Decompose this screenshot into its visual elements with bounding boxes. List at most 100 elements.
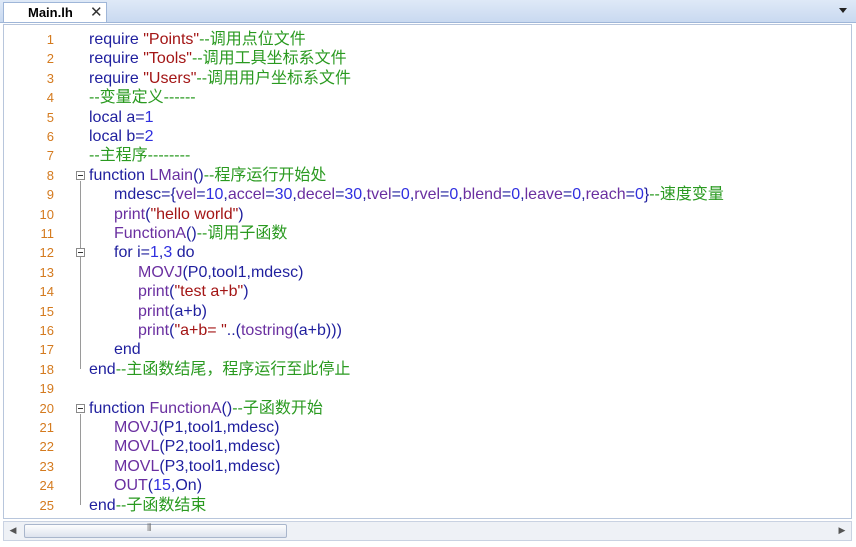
token-keyword: ..( — [226, 322, 241, 339]
scrollbar-thumb[interactable]: ⦀ — [24, 523, 287, 538]
code-text: end--子函数结束 — [89, 496, 206, 515]
code-line[interactable]: 19 — [4, 379, 851, 398]
token-string: "Tools" — [143, 50, 192, 68]
code-line[interactable]: 9 mdesc={vel=10,accel=30,decel=30,tvel=0,… — [4, 185, 851, 204]
token-number: 30 — [344, 186, 363, 204]
chevron-down-icon[interactable] — [836, 3, 850, 17]
scroll-right-icon[interactable]: ▶ — [833, 522, 851, 540]
line-number: 16 — [39, 323, 54, 338]
token-string: "test a+b" — [174, 283, 244, 301]
token-keyword: = — [501, 186, 512, 204]
code-line[interactable]: 23 MOVL(P3,tool1,mdesc) — [4, 457, 851, 476]
code-text: for i=1,3 do — [114, 243, 195, 262]
token-identifier: print — [138, 322, 170, 339]
code-line[interactable]: 2 require "Tools"--调用工具坐标系文件 — [4, 49, 851, 68]
code-text: --变量定义------ — [89, 88, 196, 107]
token-keyword: = — [135, 128, 145, 145]
token-comment: --主函数结尾，程序运行至此停止 — [115, 360, 351, 378]
tab-main-lh[interactable]: Main.lh ✕ — [3, 2, 107, 22]
token-string: "Points" — [143, 31, 200, 48]
token-identifier: print — [138, 283, 170, 301]
code-editor[interactable]: 1 require "Points"--调用点位文件 2 require "Tools… — [3, 24, 852, 519]
code-text: require "Users"--调用用户坐标系文件 — [89, 69, 351, 88]
line-number: 22 — [39, 439, 54, 455]
code-line[interactable]: 17 end — [4, 340, 851, 359]
code-line[interactable]: 18 end--主函数结尾，程序运行至此停止 — [4, 360, 851, 379]
horizontal-scrollbar[interactable]: ◀ ⦀ ▶ — [3, 521, 852, 541]
token-keyword: = — [335, 186, 345, 204]
token-keyword: = — [625, 186, 635, 204]
token-keyword: = — [562, 186, 573, 204]
fold-collapse-icon[interactable] — [76, 248, 85, 258]
line-number: 12 — [39, 245, 54, 261]
token-identifier: FunctionA — [114, 225, 187, 242]
code-line[interactable]: 1 require "Points"--调用点位文件 — [4, 30, 851, 49]
scroll-left-icon[interactable]: ◀ — [4, 522, 22, 540]
code-line[interactable]: 21 MOVJ(P1,tool1,mdesc) — [4, 418, 851, 437]
code-text: end--主函数结尾，程序运行至此停止 — [89, 360, 350, 379]
code-line[interactable]: 24 OUT(15,On) — [4, 476, 851, 495]
line-number: 15 — [39, 303, 54, 319]
token-keyword: require — [89, 31, 144, 48]
code-text: function LMain()--程序运行开始处 — [89, 166, 326, 185]
code-text: mdesc={vel=10,accel=30,decel=30,tvel=0,r… — [114, 185, 724, 204]
line-number: 14 — [39, 284, 54, 300]
token-identifier: FunctionA — [149, 399, 222, 417]
line-number: 4 — [46, 90, 54, 106]
line-number: 19 — [39, 381, 54, 397]
code-line[interactable]: 20 function FunctionA()--子函数开始 — [4, 399, 851, 418]
fold-collapse-icon[interactable] — [76, 170, 85, 180]
token-keyword: (P1,tool1,mdesc) — [158, 419, 280, 436]
token-identifier: OUT — [114, 477, 148, 495]
code-line[interactable]: 3 require "Users"--调用用户坐标系文件 — [4, 69, 851, 88]
code-line[interactable]: 10 print("hello world") — [4, 205, 851, 224]
code-line[interactable]: 25 end--子函数结束 — [4, 496, 851, 515]
line-number: 10 — [39, 206, 54, 222]
code-line[interactable]: 15 print(a+b) — [4, 302, 851, 321]
code-line[interactable]: 4 --变量定义------ — [4, 88, 851, 107]
code-text: print("hello world") — [114, 205, 244, 224]
token-comment: --子函数结束 — [115, 496, 207, 514]
tab-bar: Main.lh ✕ — [0, 0, 856, 23]
token-keyword: end — [89, 360, 116, 378]
code-line[interactable]: 22 MOVL(P2,tool1,mdesc) — [4, 437, 851, 456]
line-number: 6 — [46, 129, 54, 144]
token-identifier: accel — [227, 186, 266, 204]
token-comment: --调用工具坐标系文件 — [191, 50, 347, 68]
token-identifier: print — [114, 205, 146, 223]
token-keyword: (P3,tool1,mdesc) — [159, 457, 281, 475]
token-keyword: local b — [89, 128, 136, 145]
line-number: 7 — [46, 148, 54, 164]
line-number: 25 — [39, 497, 54, 513]
token-keyword: function — [89, 399, 150, 417]
token-identifier: leave — [524, 186, 563, 204]
fold-collapse-icon[interactable] — [76, 403, 85, 413]
token-identifier: reach — [585, 186, 626, 204]
code-line[interactable]: 8 function LMain()--程序运行开始处 — [4, 166, 851, 185]
code-text: MOVL(P2,tool1,mdesc) — [114, 437, 280, 456]
code-line[interactable]: 6 local b=2 — [4, 127, 851, 146]
token-number: 3 — [163, 244, 173, 262]
code-line[interactable]: 11 FunctionA()--调用子函数 — [4, 224, 851, 243]
token-keyword: ,On) — [170, 477, 203, 495]
close-icon[interactable]: ✕ — [90, 3, 103, 21]
token-keyword: ) — [238, 205, 244, 223]
code-text: MOVJ(P0,tool1,mdesc) — [138, 263, 303, 282]
code-line[interactable]: 7 --主程序-------- — [4, 146, 851, 165]
code-line[interactable]: 12 for i=1,3 do — [4, 243, 851, 262]
code-line[interactable]: 14 print("test a+b") — [4, 282, 851, 301]
code-text: function FunctionA()--子函数开始 — [89, 399, 323, 418]
code-line[interactable]: 5 local a=1 — [4, 108, 851, 127]
code-line[interactable]: 13 MOVJ(P0,tool1,mdesc) — [4, 263, 851, 282]
token-number: 15 — [153, 477, 171, 495]
code-text: require "Points"--调用点位文件 — [89, 30, 306, 49]
token-identifier: blend — [462, 186, 502, 204]
line-number: 9 — [46, 187, 54, 203]
code-text: OUT(15,On) — [114, 476, 202, 495]
code-line[interactable]: 16 print("a+b= "..(tostring(a+b))) — [4, 321, 851, 340]
token-identifier: rvel — [414, 186, 441, 204]
token-string: "a+b= " — [174, 322, 227, 339]
token-keyword: () — [221, 399, 233, 417]
token-identifier: decel — [296, 186, 336, 204]
token-number: 2 — [144, 128, 154, 145]
